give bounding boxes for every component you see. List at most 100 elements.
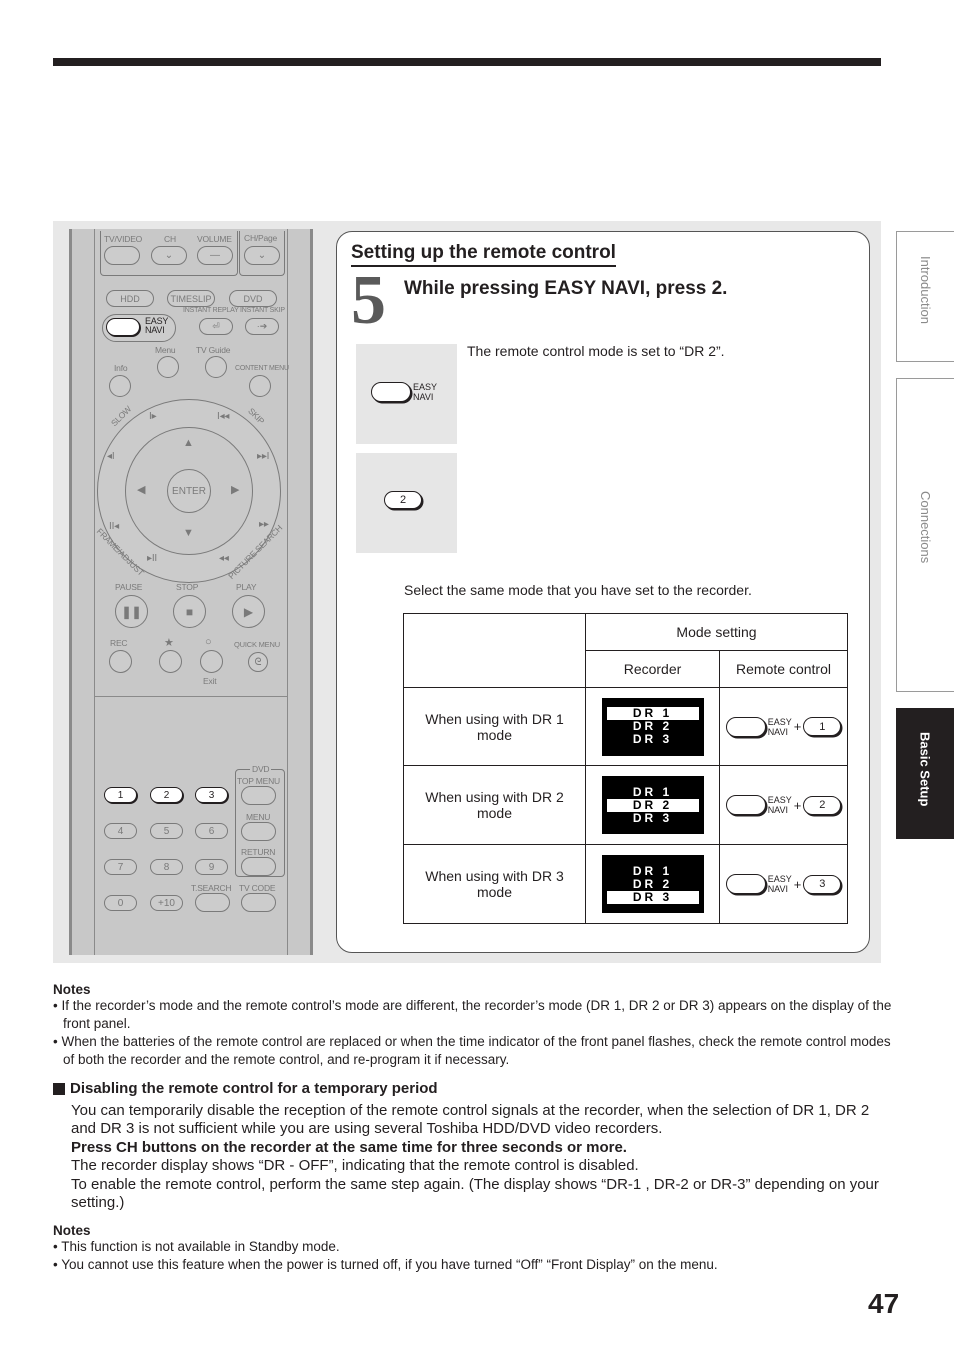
easy-navi-key-label: EASY NAVI: [413, 382, 437, 402]
key-6[interactable]: 6: [195, 823, 228, 839]
remote-combo-cell: EASY NAVI + 1: [719, 687, 848, 766]
menu-button[interactable]: [157, 356, 179, 378]
body-paragraph: You can temporarily disable the receptio…: [71, 1102, 870, 1138]
key-combo: EASY NAVI + 3: [720, 874, 847, 894]
skip-back-icon[interactable]: I◂◂: [217, 411, 229, 422]
easy-navi-key-label: EASY NAVI: [768, 717, 792, 737]
tab-label: Connections: [918, 491, 933, 564]
easy-navi-key-icon: [371, 382, 411, 402]
t-search-button[interactable]: [195, 893, 230, 912]
star-button[interactable]: [159, 650, 182, 673]
display-line: DR 3: [632, 732, 673, 746]
tab-label: Basic Setup: [917, 732, 933, 807]
notes-heading: Notes: [53, 1223, 91, 1238]
quick-menu-button[interactable]: ᘓ: [248, 652, 268, 672]
remote-control-illustration: TV/VIDEO CH VOLUME CH/Page ⌄ — ⌄ HDD TIM…: [69, 229, 313, 955]
instruction-panel: TV/VIDEO CH VOLUME CH/Page ⌄ — ⌄ HDD TIM…: [53, 221, 881, 963]
up-arrow-icon[interactable]: ▲: [183, 437, 194, 449]
select-instruction: Select the same mode that you have set t…: [404, 582, 752, 598]
key-1[interactable]: 1: [104, 787, 137, 803]
key-3[interactable]: 3: [195, 787, 228, 803]
play-button[interactable]: ▶: [232, 595, 265, 628]
key-5[interactable]: 5: [150, 823, 183, 839]
rec-button[interactable]: [109, 650, 132, 673]
note-item: • You cannot use this feature when the p…: [53, 1257, 718, 1272]
timeslip-button[interactable]: TIMESLIP: [167, 290, 215, 307]
circle-icon: ○: [205, 636, 212, 648]
notes-section: Notes • If the recorder’s mode and the r…: [53, 982, 893, 1069]
tab-basic-setup[interactable]: Basic Setup: [896, 708, 954, 839]
navi-label: NAVI: [767, 884, 789, 894]
quick-menu-label: QUICK MENU: [234, 640, 280, 649]
stop-button[interactable]: ■: [173, 595, 206, 628]
top-menu-button[interactable]: [241, 786, 276, 805]
right-arrow-icon[interactable]: ▶: [231, 483, 239, 496]
easy-navi-button[interactable]: [106, 318, 140, 336]
key-combo: EASY NAVI + 1: [720, 716, 847, 737]
ch-down-button[interactable]: ⌄: [151, 246, 187, 265]
tv-guide-button[interactable]: [205, 356, 227, 378]
key-plus-10[interactable]: +10: [150, 895, 183, 911]
slow-reverse-icon[interactable]: ◂I: [107, 451, 115, 462]
step-number: 5: [351, 262, 386, 339]
key-8[interactable]: 8: [150, 859, 183, 875]
easy-navi-illustration: EASY NAVI: [356, 344, 457, 444]
instant-replay-button[interactable]: ⏎: [199, 318, 233, 335]
display-line: DR 1: [632, 863, 673, 878]
content-menu-button[interactable]: [249, 375, 271, 397]
rec-label: REC: [110, 638, 128, 648]
rewind-icon[interactable]: ◂◂: [219, 553, 229, 564]
fast-forward-icon[interactable]: ▸▸: [259, 519, 269, 530]
skip-forward-icon: ·➔: [256, 321, 268, 331]
frame-forward-icon[interactable]: ▸II: [147, 553, 157, 564]
key-7[interactable]: 7: [104, 859, 137, 875]
remote-inner-line-right: [287, 229, 288, 955]
number-key-icon: 1: [803, 717, 842, 736]
down-arrow-icon[interactable]: ▼: [183, 527, 194, 539]
recorder-display-cell: DR 1 DR 2 DR 3: [585, 687, 720, 766]
tv-video-button[interactable]: [104, 246, 140, 265]
step-instruction: While pressing EASY NAVI, press 2.: [404, 278, 728, 299]
dvd-menu-button[interactable]: [241, 822, 276, 841]
hdd-button[interactable]: HDD: [106, 290, 154, 307]
number-key-icon: 2: [803, 795, 842, 815]
instant-replay-label: INSTANT REPLAY: [183, 307, 239, 314]
quick-menu-icon: ᘓ: [254, 656, 262, 668]
key-2[interactable]: 2: [150, 787, 183, 803]
skip-forward-icon[interactable]: ▸▸I: [257, 451, 269, 462]
dvd-button[interactable]: DVD: [229, 290, 277, 307]
left-arrow-icon[interactable]: ◀: [137, 483, 145, 496]
remote-edge-left: [69, 229, 72, 955]
slow-forward-icon[interactable]: I▸: [149, 411, 157, 422]
note-item: • This function is not available in Stan…: [53, 1239, 340, 1254]
row-label: When using with DR 3 mode: [403, 844, 586, 924]
frame-reverse-icon[interactable]: II◂: [109, 521, 119, 532]
tv-code-button[interactable]: [241, 893, 276, 912]
return-button[interactable]: [241, 857, 276, 876]
dvd-menu-label: MENU: [246, 812, 271, 822]
exit-button[interactable]: [200, 650, 223, 673]
info-label: Info: [114, 363, 128, 373]
navi-label: NAVI: [767, 805, 789, 815]
stop-label: STOP: [176, 582, 199, 592]
tab-connections[interactable]: Connections: [896, 378, 954, 692]
key-0[interactable]: 0: [104, 895, 137, 911]
minus-icon: —: [210, 250, 220, 261]
recorder-display: DR 1 DR 2 DR 3: [601, 697, 704, 756]
info-button[interactable]: [109, 375, 131, 397]
ch-page-label: CH/Page: [244, 233, 278, 243]
easy-navi-key-label: EASY NAVI: [768, 795, 792, 815]
section-title: Setting up the remote control: [351, 242, 616, 267]
enter-button[interactable]: ENTER: [167, 469, 211, 513]
volume-down-button[interactable]: —: [197, 246, 233, 265]
tab-introduction[interactable]: Introduction: [896, 231, 954, 362]
pause-button[interactable]: ❚❚: [115, 595, 148, 628]
display-line-selected: DR 3: [606, 890, 699, 904]
ch-page-down-button[interactable]: ⌄: [244, 246, 280, 265]
key-9[interactable]: 9: [195, 859, 228, 875]
easy-label: EASY: [767, 716, 792, 727]
display-line-selected: DR 2: [606, 798, 699, 812]
instant-skip-button[interactable]: ·➔: [245, 318, 279, 335]
key-4[interactable]: 4: [104, 823, 137, 839]
remote-inner-line-left: [94, 229, 95, 955]
